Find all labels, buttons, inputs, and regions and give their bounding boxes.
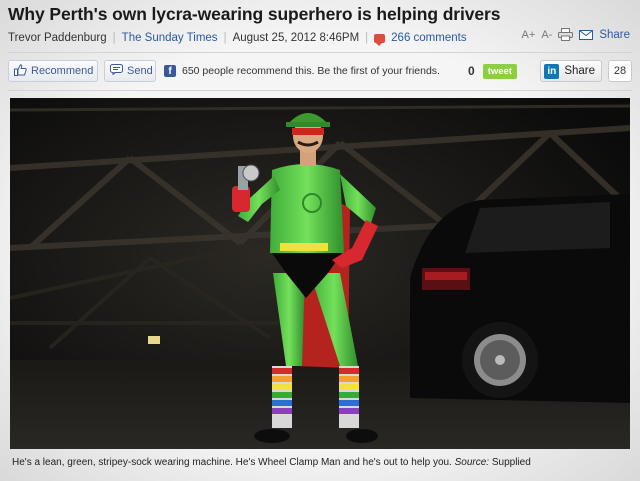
author-name: Trevor Paddenburg: [8, 32, 107, 44]
publish-date: August 25, 2012 8:46PM: [232, 32, 360, 44]
divider: [8, 52, 632, 53]
separator: |: [223, 32, 227, 44]
separator: |: [112, 32, 116, 44]
tweet-button[interactable]: tweet: [482, 63, 517, 79]
separator: |: [365, 32, 369, 44]
comments-link[interactable]: 266 comments: [391, 32, 466, 44]
comment-icon: [374, 33, 386, 46]
font-decrease-button[interactable]: A-: [541, 29, 552, 41]
article-tools: A+ A- Share: [522, 28, 630, 41]
share-link[interactable]: Share: [599, 29, 630, 41]
linkedin-icon: in: [544, 63, 560, 79]
fb-recommend-text: 650 people recommend this. Be the first …: [182, 65, 440, 77]
article-page: Why Perth's own lycra-wearing superhero …: [0, 0, 640, 481]
social-bar: Recommend Send f 650 people recommend th…: [8, 56, 632, 86]
facebook-icon: f: [164, 65, 176, 77]
caption-source-label: Source:: [454, 457, 490, 468]
send-icon: [110, 64, 123, 78]
photo-caption: He's a lean, green, stripey-sock wearing…: [12, 457, 531, 468]
caption-source-value: Supplied: [491, 457, 531, 468]
send-label: Send: [127, 65, 153, 77]
superhero-photo-illustration: [10, 98, 630, 449]
email-icon[interactable]: [579, 29, 594, 40]
printer-icon[interactable]: [558, 28, 574, 41]
publication-link[interactable]: The Sunday Times: [122, 32, 218, 44]
font-increase-button[interactable]: A+: [522, 29, 536, 41]
article-photo: [10, 98, 630, 449]
recommend-label: Recommend: [31, 65, 94, 77]
linkedin-label: Share: [564, 65, 595, 77]
caption-text: He's a lean, green, stripey-sock wearing…: [12, 457, 452, 468]
car: [410, 194, 630, 403]
fb-send-button[interactable]: Send: [104, 60, 156, 82]
fb-recommend-button[interactable]: Recommend: [8, 60, 98, 82]
tweet-count: 0: [468, 64, 475, 78]
article-headline: Why Perth's own lycra-wearing superhero …: [8, 4, 501, 24]
linkedin-share-button[interactable]: in Share: [540, 60, 602, 82]
divider: [8, 90, 632, 91]
byline: Trevor Paddenburg | The Sunday Times | A…: [8, 30, 467, 46]
linkedin-count: 28: [608, 60, 632, 82]
thumbs-up-icon: [14, 63, 27, 79]
